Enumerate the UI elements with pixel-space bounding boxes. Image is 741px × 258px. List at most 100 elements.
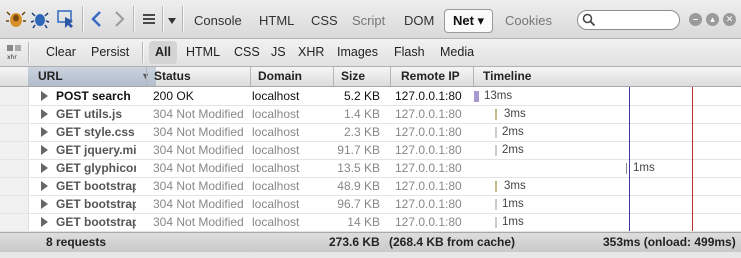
timeline-bar bbox=[495, 145, 497, 156]
dom-content-loaded-line bbox=[629, 87, 630, 231]
column-divider bbox=[390, 67, 391, 86]
filter-all[interactable]: All bbox=[149, 41, 177, 64]
timeline-duration: 2ms bbox=[502, 144, 524, 156]
onload-line bbox=[692, 87, 693, 231]
request-url: GET glyphicon bbox=[56, 161, 136, 175]
request-status: 200 OK bbox=[153, 89, 194, 103]
toolbar-separator bbox=[142, 42, 144, 63]
menu-dropdown-icon[interactable] bbox=[168, 14, 176, 28]
request-size: 96.7 KB bbox=[337, 197, 380, 211]
column-header-url[interactable]: URL ▼ bbox=[28, 67, 156, 86]
request-remote-ip: 127.0.0.1:80 bbox=[395, 125, 462, 139]
filter-html[interactable]: HTML bbox=[186, 44, 220, 61]
filter-images[interactable]: Images bbox=[337, 44, 378, 61]
expand-arrow-icon[interactable] bbox=[41, 217, 48, 227]
column-divider bbox=[473, 67, 474, 86]
timeline-duration: 1ms bbox=[633, 162, 655, 174]
firebug-logo-icon[interactable] bbox=[6, 9, 26, 32]
request-url: GET bootstrap bbox=[56, 179, 136, 193]
tab-dom[interactable]: DOM bbox=[398, 11, 440, 31]
table-header: URL ▼ Status Domain Size Remote IP Timel… bbox=[0, 67, 741, 87]
timeline-duration: 3ms bbox=[504, 180, 526, 192]
request-domain: localhost bbox=[252, 215, 300, 229]
expand-arrow-icon[interactable] bbox=[41, 145, 48, 155]
timeline-duration: 1ms bbox=[502, 198, 524, 210]
request-status: 304 Not Modified bbox=[153, 161, 244, 175]
timeline-bar bbox=[495, 199, 497, 210]
tab-cookies[interactable]: Cookies bbox=[499, 11, 558, 31]
expand-arrow-icon[interactable] bbox=[41, 163, 48, 173]
request-count: 8 requests bbox=[46, 235, 107, 249]
tab-console[interactable]: Console bbox=[188, 11, 248, 31]
xhr-icon[interactable]: xhr bbox=[6, 44, 22, 63]
request-remote-ip: 127.0.0.1:80 bbox=[395, 89, 462, 103]
request-domain: localhost bbox=[252, 161, 300, 175]
filter-media[interactable]: Media bbox=[440, 44, 474, 61]
tab-net[interactable]: Net ▾ bbox=[444, 9, 494, 33]
timeline-bar bbox=[495, 127, 497, 138]
total-size: 273.6 KB bbox=[329, 235, 380, 249]
timeline-duration: 1ms bbox=[502, 216, 524, 228]
column-header-remote-ip[interactable]: Remote IP bbox=[401, 67, 460, 86]
column-header-size[interactable]: Size bbox=[341, 67, 365, 86]
request-status: 304 Not Modified bbox=[153, 179, 244, 193]
request-domain: localhost bbox=[252, 179, 300, 193]
toolbar-separator bbox=[182, 6, 184, 32]
filter-css[interactable]: CSS bbox=[234, 44, 260, 61]
request-domain: localhost bbox=[252, 197, 300, 211]
column-header-url-label: URL bbox=[38, 69, 63, 83]
column-header-domain[interactable]: Domain bbox=[258, 67, 302, 86]
filter-flash[interactable]: Flash bbox=[394, 44, 425, 61]
request-status: 304 Not Modified bbox=[153, 107, 244, 121]
request-remote-ip: 127.0.0.1:80 bbox=[395, 161, 462, 175]
back-arrow-icon[interactable] bbox=[90, 9, 104, 32]
request-size: 2.3 KB bbox=[343, 125, 380, 139]
tab-script[interactable]: Script bbox=[346, 11, 391, 31]
minimize-button[interactable]: – bbox=[689, 13, 702, 26]
filter-js[interactable]: JS bbox=[271, 44, 286, 61]
inspect-element-icon[interactable] bbox=[56, 9, 76, 32]
request-remote-ip: 127.0.0.1:80 bbox=[395, 179, 462, 193]
expand-arrow-icon[interactable] bbox=[41, 109, 48, 119]
tab-css[interactable]: CSS bbox=[305, 11, 344, 31]
toolbar-separator bbox=[82, 6, 84, 32]
timeline-bar bbox=[626, 163, 627, 174]
toolbar-separator bbox=[162, 6, 164, 32]
timeline-bar bbox=[495, 109, 497, 120]
expand-arrow-icon[interactable] bbox=[41, 181, 48, 191]
request-status: 304 Not Modified bbox=[153, 197, 244, 211]
search-input[interactable] bbox=[577, 10, 680, 30]
detach-button[interactable]: ▴ bbox=[706, 13, 719, 26]
column-header-status[interactable]: Status bbox=[154, 67, 191, 86]
request-remote-ip: 127.0.0.1:80 bbox=[395, 107, 462, 121]
toolbar-separator bbox=[28, 42, 30, 63]
close-icon: ✕ bbox=[725, 14, 734, 24]
request-size: 14 KB bbox=[347, 215, 380, 229]
minimize-icon: – bbox=[692, 14, 698, 24]
request-url: GET bootstrap bbox=[56, 197, 136, 211]
column-header-timeline[interactable]: Timeline bbox=[483, 67, 531, 86]
svg-text:xhr: xhr bbox=[7, 54, 17, 60]
expand-arrow-icon[interactable] bbox=[41, 199, 48, 209]
request-url: GET bootstrap bbox=[56, 215, 136, 229]
timeline-duration: 3ms bbox=[504, 108, 526, 120]
expand-arrow-icon[interactable] bbox=[41, 91, 48, 101]
request-size: 5.2 KB bbox=[343, 89, 380, 103]
forward-arrow-icon[interactable] bbox=[112, 9, 126, 32]
request-remote-ip: 127.0.0.1:80 bbox=[395, 143, 462, 157]
expand-arrow-icon[interactable] bbox=[41, 127, 48, 137]
timeline-bar bbox=[474, 91, 479, 102]
request-size: 13.5 KB bbox=[337, 161, 380, 175]
firebug-toolbar: Console HTML CSS Script DOM Net ▾ Cookie… bbox=[0, 0, 741, 39]
filter-xhr[interactable]: XHR bbox=[298, 44, 324, 61]
timeline-duration: 13ms bbox=[484, 90, 513, 102]
close-button[interactable]: ✕ bbox=[723, 13, 736, 26]
request-url: POST search bbox=[56, 89, 131, 103]
menu-list-icon[interactable] bbox=[141, 11, 157, 30]
inspect-bug-icon[interactable] bbox=[30, 9, 50, 32]
request-remote-ip: 127.0.0.1:80 bbox=[395, 215, 462, 229]
clear-button[interactable]: Clear bbox=[46, 44, 76, 61]
tab-html[interactable]: HTML bbox=[253, 11, 300, 31]
persist-button[interactable]: Persist bbox=[91, 44, 129, 61]
total-timing: 353ms (onload: 499ms) bbox=[603, 235, 736, 249]
